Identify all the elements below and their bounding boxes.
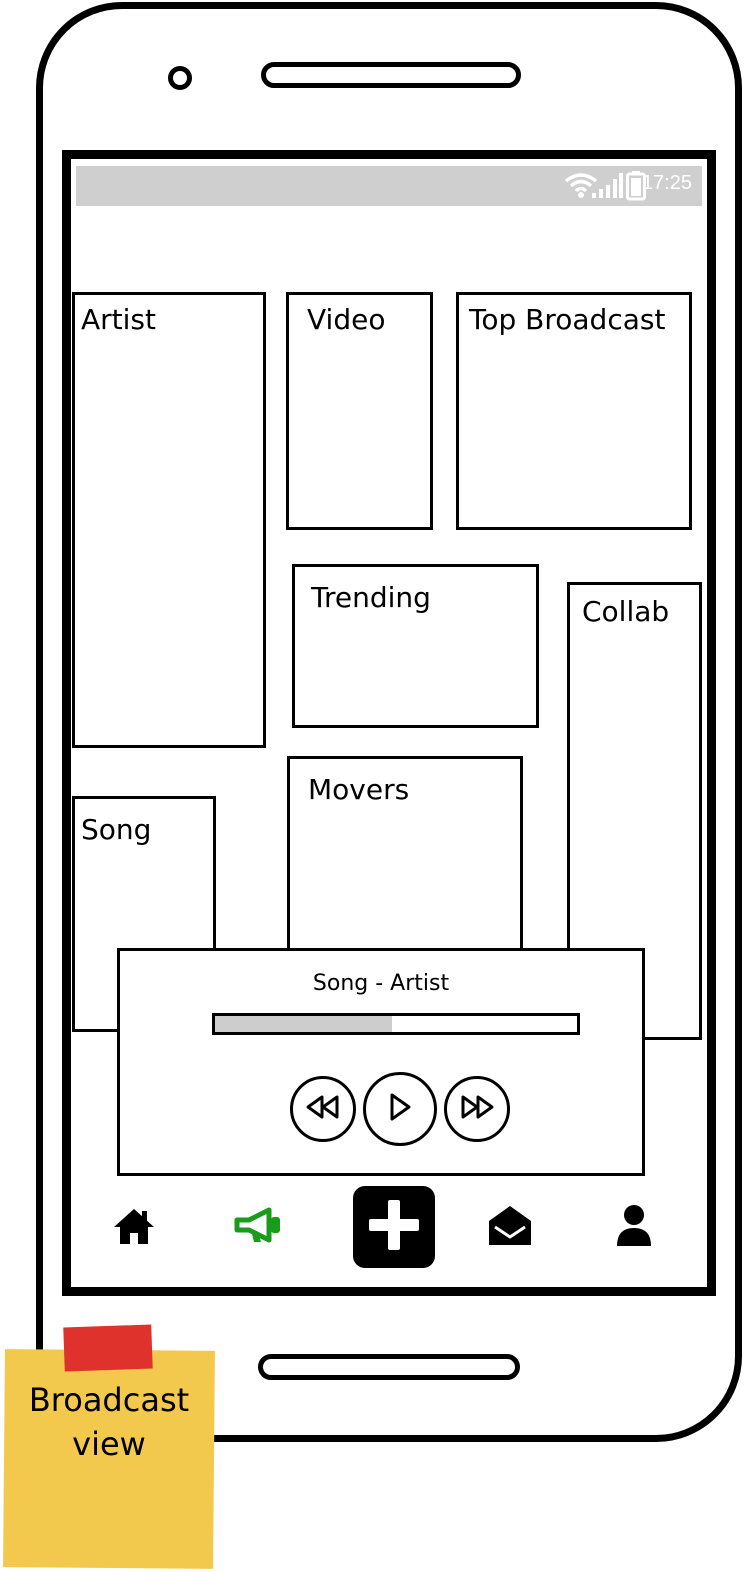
status-time: 17:25 <box>641 172 692 194</box>
song-card-label: Song <box>81 813 152 846</box>
speaker-grille <box>261 62 521 88</box>
sticky-note-text: Broadcast view <box>28 1381 190 1463</box>
top-broadcast-card-label: Top Broadcast <box>469 303 666 336</box>
envelope-icon <box>485 1203 535 1253</box>
movers-card-label: Movers <box>308 773 410 806</box>
fast-forward-icon <box>458 1094 496 1124</box>
nav-home[interactable] <box>104 1198 164 1258</box>
artist-card-label: Artist <box>81 303 156 336</box>
trending-card-label: Trending <box>311 581 431 614</box>
sticky-tape <box>63 1324 153 1372</box>
nav-messages[interactable] <box>480 1198 540 1258</box>
rewind-icon <box>304 1094 342 1124</box>
collab-card-label: Collab <box>582 595 670 628</box>
mini-player: Song - Artist <box>117 948 645 1176</box>
play-button[interactable] <box>363 1072 437 1146</box>
user-icon <box>615 1204 653 1252</box>
progress-fill <box>215 1016 393 1032</box>
nav-create[interactable] <box>353 1186 435 1268</box>
progress-bar[interactable] <box>212 1013 580 1035</box>
bottom-nav <box>80 1184 698 1274</box>
top-broadcast-card[interactable]: Top Broadcast <box>456 292 692 530</box>
signal-icon <box>590 173 624 203</box>
movers-card[interactable]: Movers <box>287 756 523 956</box>
nav-broadcast[interactable] <box>228 1198 288 1258</box>
artist-card[interactable]: Artist <box>72 292 266 748</box>
now-playing-text: Song - Artist <box>312 971 450 996</box>
plus-icon <box>366 1197 422 1257</box>
nav-profile[interactable] <box>604 1198 664 1258</box>
home-icon <box>112 1206 156 1250</box>
trending-card[interactable]: Trending <box>292 564 539 728</box>
video-card[interactable]: Video <box>286 292 433 530</box>
play-icon <box>388 1092 412 1126</box>
status-bar: 17:25 <box>76 166 702 206</box>
fast-forward-button[interactable] <box>444 1076 510 1142</box>
camera-icon <box>168 66 192 90</box>
home-button[interactable] <box>258 1354 520 1380</box>
megaphone-icon <box>233 1206 283 1250</box>
video-card-label: Video <box>307 303 386 336</box>
rewind-button[interactable] <box>290 1076 356 1142</box>
